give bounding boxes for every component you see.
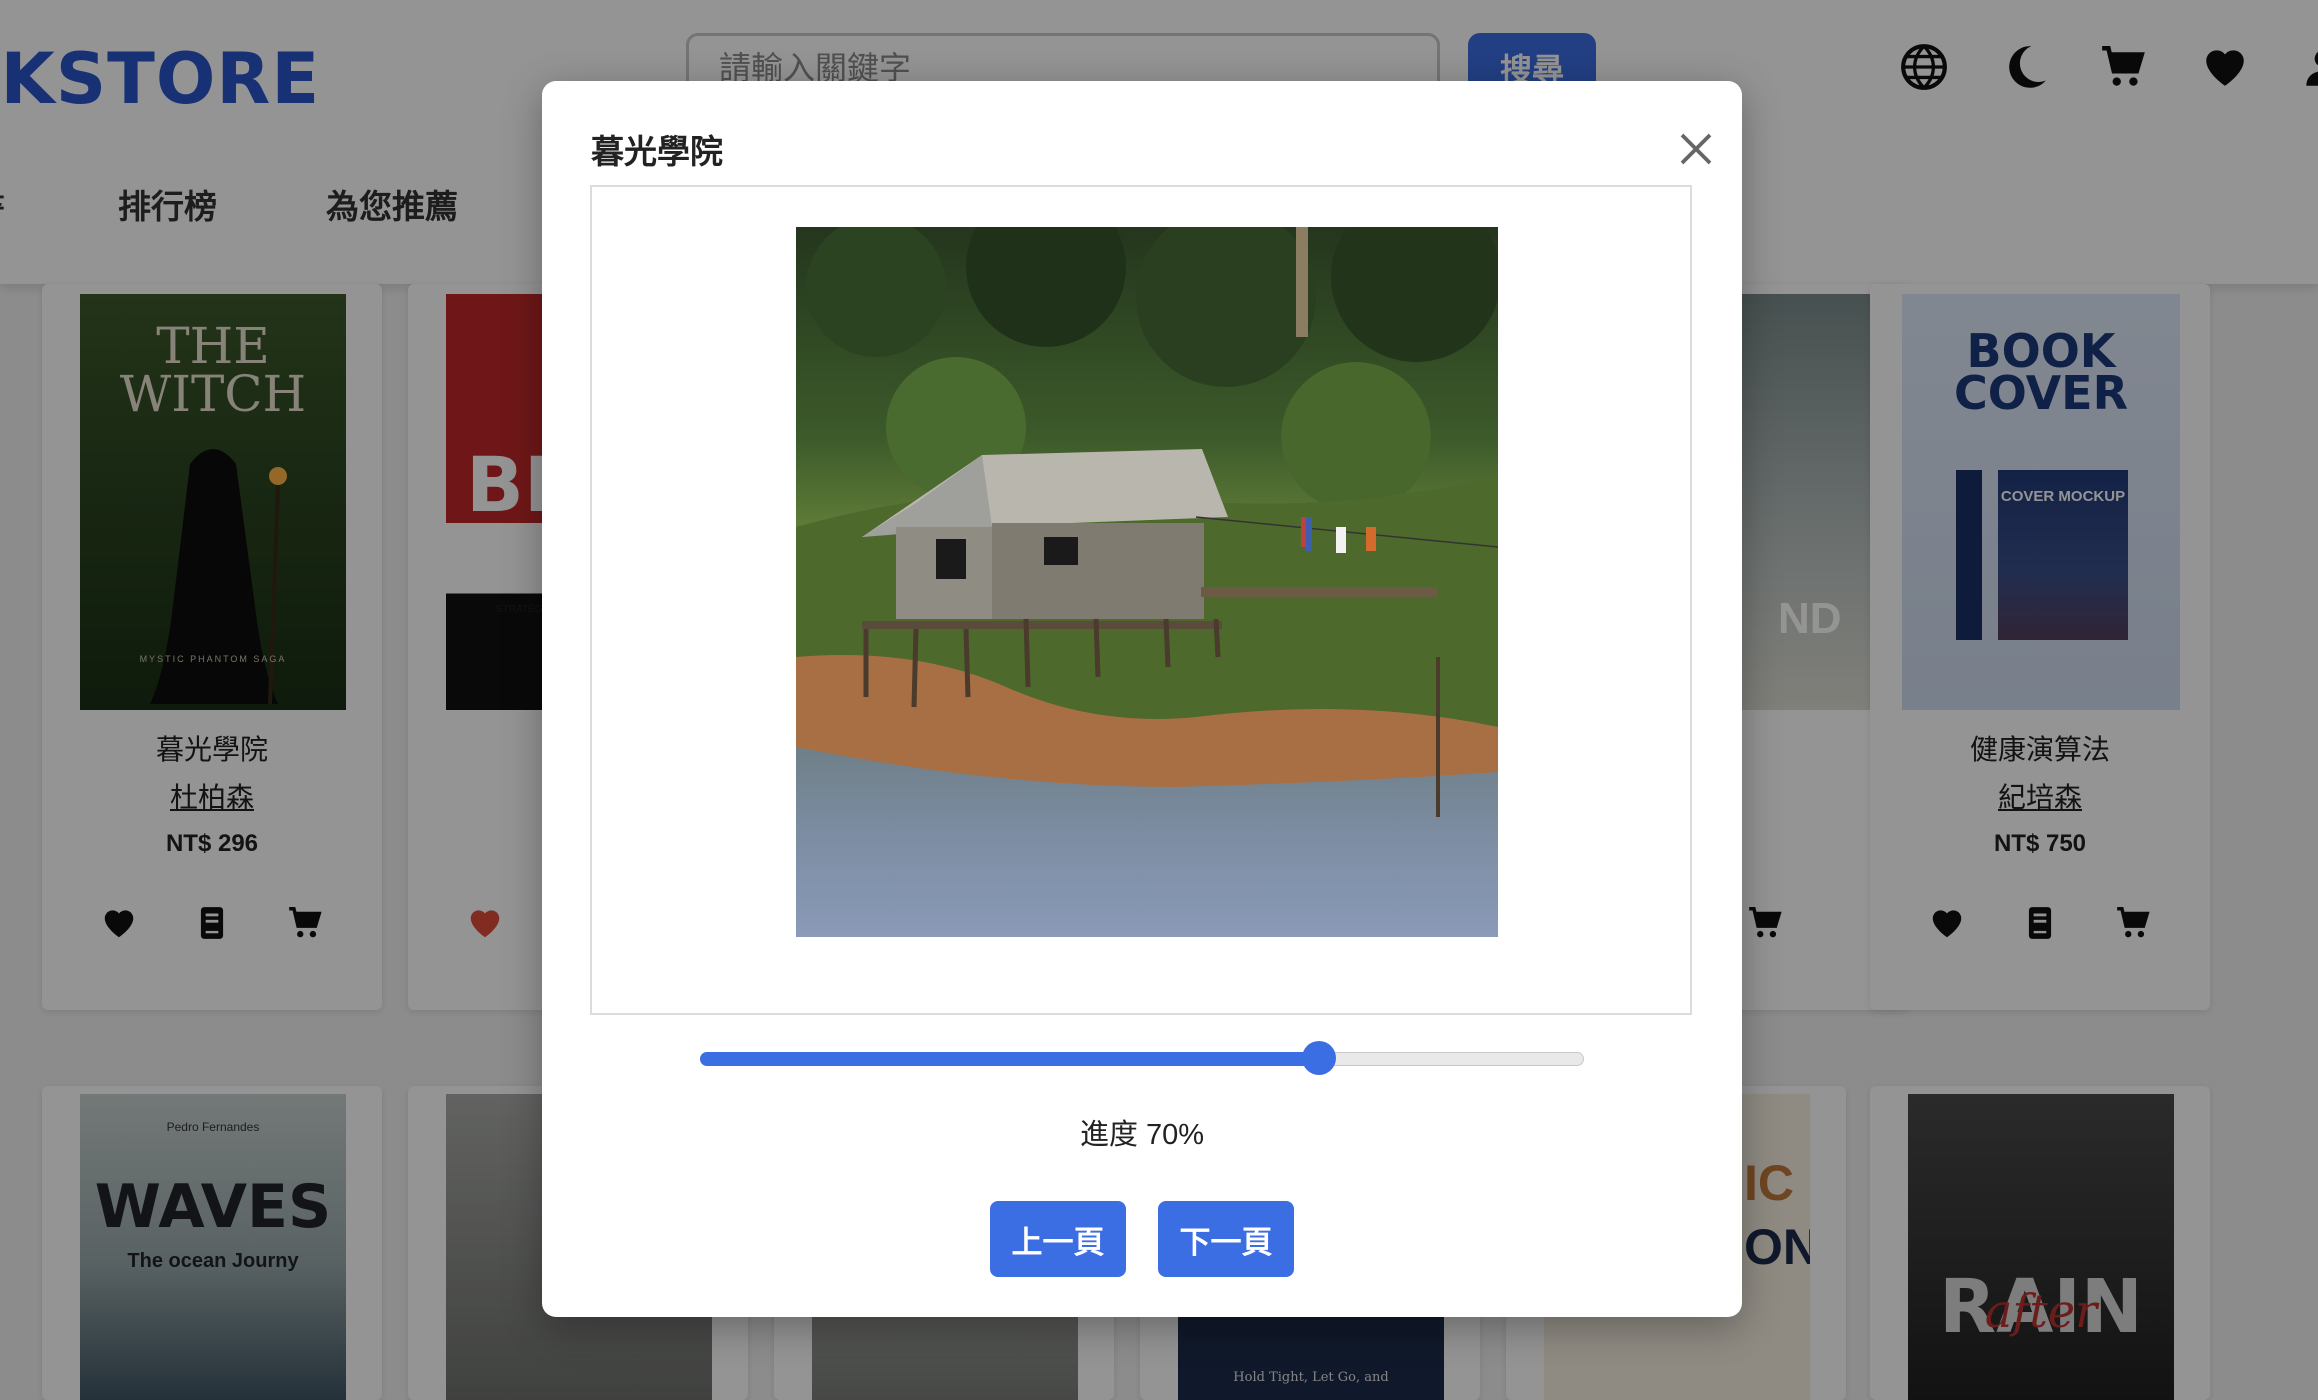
- slider-thumb[interactable]: [1301, 1041, 1336, 1075]
- close-icon[interactable]: [1668, 121, 1724, 177]
- reading-progress-slider[interactable]: [700, 1041, 1584, 1077]
- prev-page-button[interactable]: 上一頁: [990, 1201, 1126, 1277]
- modal-title: 暮光學院: [591, 133, 723, 170]
- progress-label: 進度 70%: [1079, 1119, 1205, 1151]
- slider-fill: [700, 1052, 1319, 1066]
- book-preview-modal: 暮光學院 進度 70% 上一頁 下一頁: [542, 81, 1742, 1317]
- page-viewer: [590, 185, 1692, 1015]
- page-image: [796, 227, 1498, 937]
- next-page-button[interactable]: 下一頁: [1158, 1201, 1294, 1277]
